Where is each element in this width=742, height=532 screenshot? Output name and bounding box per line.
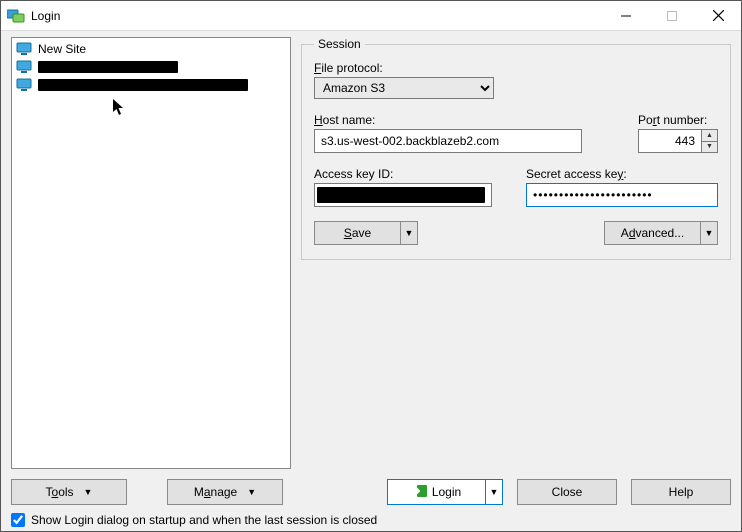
secret-key-label: Secret access key: (526, 167, 718, 181)
content-area: New Site (1, 31, 741, 531)
host-name-label: Host name: (314, 113, 582, 127)
show-on-startup-label: Show Login dialog on startup and when th… (31, 513, 377, 527)
login-window: Login New Site (0, 0, 742, 532)
titlebar: Login (1, 1, 741, 31)
minimize-button[interactable] (603, 1, 649, 31)
login-dropdown-button[interactable]: ▼ (485, 479, 503, 505)
cursor-icon (112, 98, 126, 121)
save-button[interactable]: Save (314, 221, 400, 245)
login-button[interactable]: Login (387, 479, 485, 505)
site-item-redacted[interactable] (14, 58, 288, 76)
manage-button[interactable]: Manage▼ (167, 479, 283, 505)
redacted-label (38, 61, 178, 73)
save-dropdown-button[interactable]: ▼ (400, 221, 418, 245)
site-item-redacted[interactable] (14, 76, 288, 94)
login-button-label: Login (432, 485, 461, 499)
file-protocol-label: File protocol: (314, 61, 718, 75)
file-protocol-select[interactable]: Amazon S3 (314, 77, 494, 99)
bottom-toolbar: Tools▼ Manage▼ Login ▼ Close Help (11, 479, 731, 505)
port-input[interactable] (638, 129, 702, 153)
site-item-label: New Site (38, 42, 86, 56)
port-label: Port number: (638, 113, 718, 127)
secret-key-input[interactable] (526, 183, 718, 207)
advanced-button[interactable]: Advanced... (604, 221, 700, 245)
site-list[interactable]: New Site (11, 37, 291, 469)
chevron-down-icon: ▼ (84, 487, 93, 497)
tools-button[interactable]: Tools▼ (11, 479, 127, 505)
spinner-down-icon[interactable]: ▼ (702, 142, 717, 153)
session-legend: Session (314, 37, 365, 51)
port-spinner[interactable]: ▲▼ (702, 129, 718, 153)
site-item-new[interactable]: New Site (14, 40, 288, 58)
maximize-button (649, 1, 695, 31)
login-icon (412, 484, 428, 501)
close-dialog-button[interactable]: Close (517, 479, 617, 505)
redacted-value (317, 187, 485, 203)
spinner-up-icon[interactable]: ▲ (702, 130, 717, 142)
help-button[interactable]: Help (631, 479, 731, 505)
access-key-label: Access key ID: (314, 167, 492, 181)
redacted-label (38, 79, 248, 91)
chevron-down-icon: ▼ (247, 487, 256, 497)
monitor-icon (16, 78, 32, 92)
session-group: Session File protocol: Amazon S3 Host na… (301, 37, 731, 260)
monitor-icon (16, 60, 32, 74)
advanced-dropdown-button[interactable]: ▼ (700, 221, 718, 245)
host-name-input[interactable] (314, 129, 582, 153)
startup-checkbox-row: Show Login dialog on startup and when th… (11, 513, 731, 527)
monitor-icon (16, 42, 32, 56)
close-button[interactable] (695, 1, 741, 31)
app-icon (7, 7, 25, 25)
show-on-startup-checkbox[interactable] (11, 513, 25, 527)
window-title: Login (31, 9, 60, 23)
